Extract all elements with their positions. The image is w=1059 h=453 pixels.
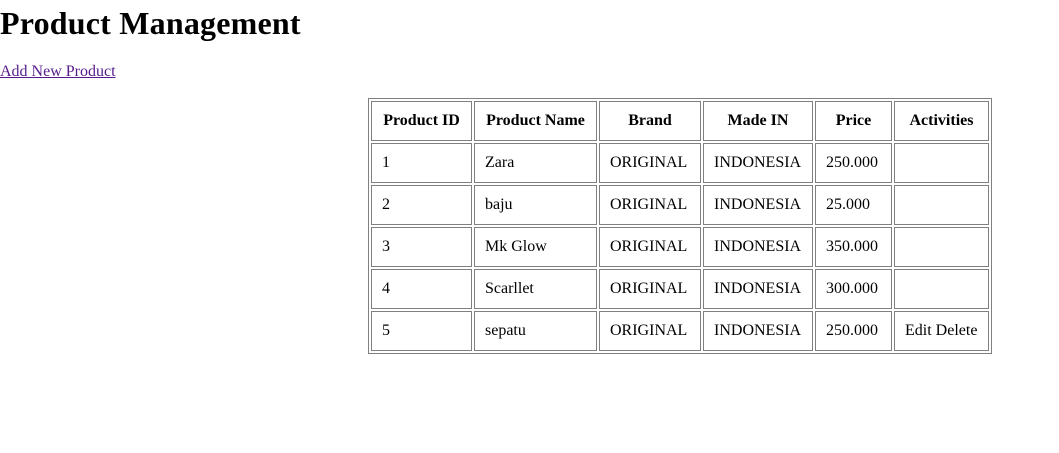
header-product-name: Product Name (474, 101, 597, 141)
cell-price: 350.000 (815, 227, 892, 267)
table-row: 3 Mk Glow ORIGINAL INDONESIA 350.000 (371, 227, 989, 267)
cell-product-name: sepatu (474, 311, 597, 351)
header-product-id: Product ID (371, 101, 472, 141)
cell-brand: ORIGINAL (599, 227, 701, 267)
header-brand: Brand (599, 101, 701, 141)
cell-product-id: 1 (371, 143, 472, 183)
cell-product-name: Scarllet (474, 269, 597, 309)
cell-product-id: 3 (371, 227, 472, 267)
table-row: 5 sepatu ORIGINAL INDONESIA 250.000 Edit… (371, 311, 989, 351)
cell-made-in: INDONESIA (703, 227, 813, 267)
cell-price: 250.000 (815, 311, 892, 351)
cell-price: 250.000 (815, 143, 892, 183)
header-price: Price (815, 101, 892, 141)
cell-activities (894, 269, 989, 309)
header-made-in: Made IN (703, 101, 813, 141)
cell-brand: ORIGINAL (599, 269, 701, 309)
cell-product-id: 4 (371, 269, 472, 309)
cell-activities (894, 143, 989, 183)
cell-made-in: INDONESIA (703, 185, 813, 225)
table-row: 2 baju ORIGINAL INDONESIA 25.000 (371, 185, 989, 225)
table-row: 4 Scarllet ORIGINAL INDONESIA 300.000 (371, 269, 989, 309)
cell-activities (894, 227, 989, 267)
cell-brand: ORIGINAL (599, 143, 701, 183)
cell-brand: ORIGINAL (599, 311, 701, 351)
cell-activities: Edit Delete (894, 311, 989, 351)
table-header-row: Product ID Product Name Brand Made IN Pr… (371, 101, 989, 141)
add-new-product-link[interactable]: Add New Product (0, 62, 116, 82)
header-activities: Activities (894, 101, 989, 141)
cell-product-name: Mk Glow (474, 227, 597, 267)
cell-product-id: 5 (371, 311, 472, 351)
cell-activities (894, 185, 989, 225)
cell-made-in: INDONESIA (703, 269, 813, 309)
cell-product-name: Zara (474, 143, 597, 183)
cell-price: 300.000 (815, 269, 892, 309)
cell-product-name: baju (474, 185, 597, 225)
table-row: 1 Zara ORIGINAL INDONESIA 250.000 (371, 143, 989, 183)
product-table: Product ID Product Name Brand Made IN Pr… (368, 98, 992, 354)
cell-product-id: 2 (371, 185, 472, 225)
page-title: Product Management (0, 5, 301, 41)
cell-made-in: INDONESIA (703, 143, 813, 183)
cell-price: 25.000 (815, 185, 892, 225)
cell-made-in: INDONESIA (703, 311, 813, 351)
cell-brand: ORIGINAL (599, 185, 701, 225)
